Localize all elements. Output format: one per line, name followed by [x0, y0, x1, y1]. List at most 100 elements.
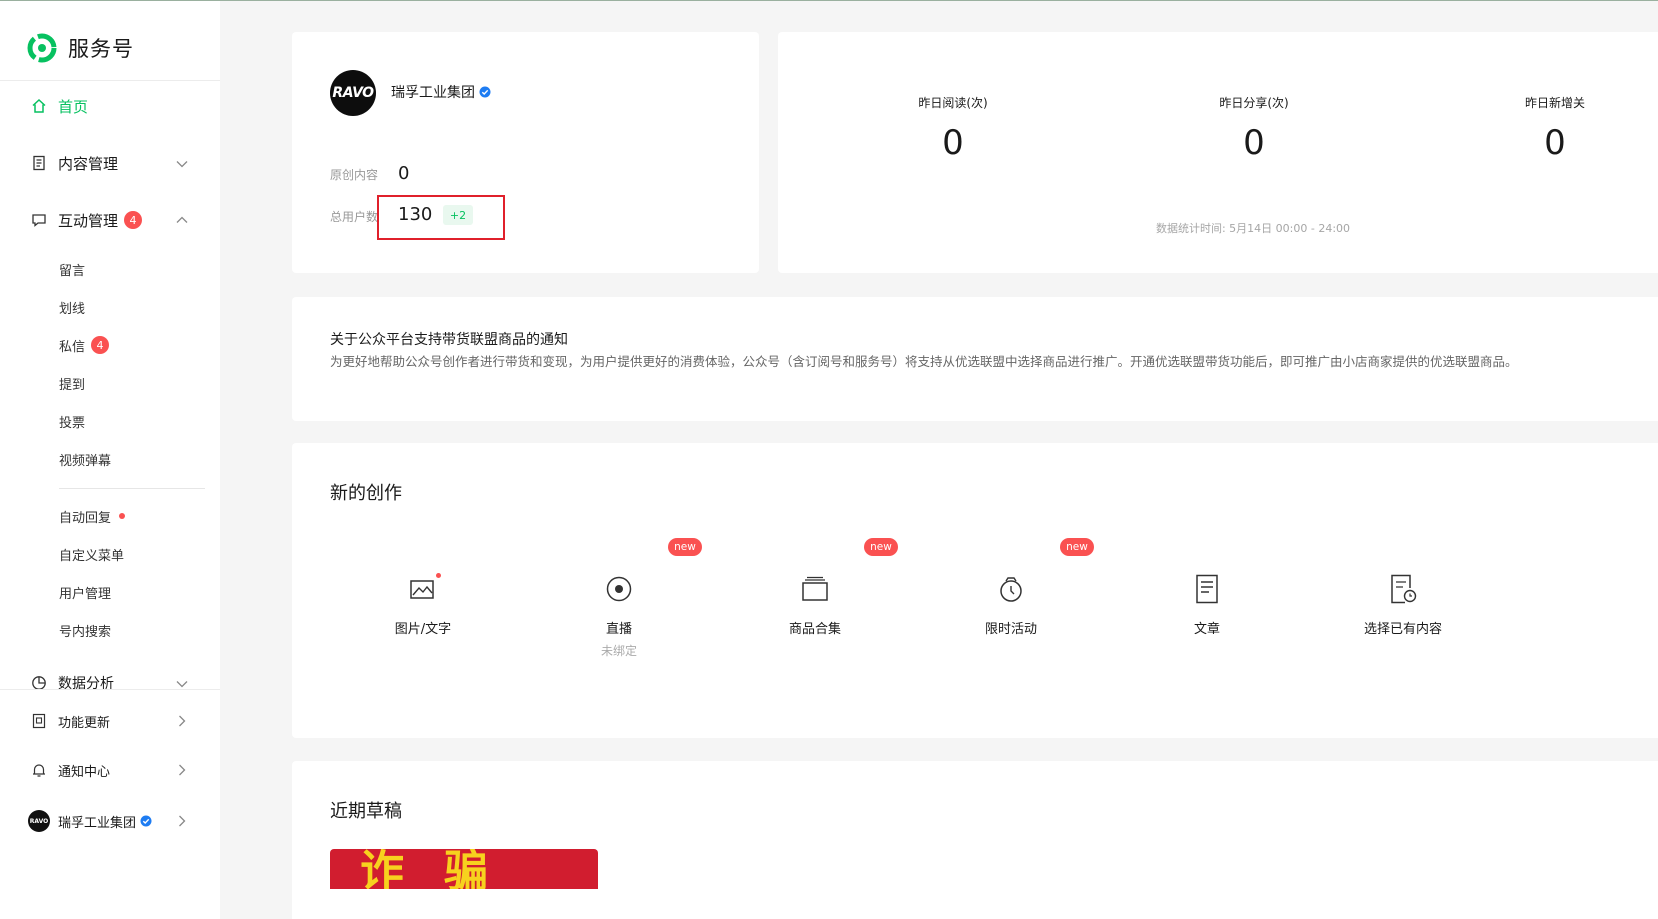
product-collection-icon [799, 573, 831, 605]
create-item-label: 文章 [1193, 622, 1220, 637]
live-icon [603, 573, 635, 605]
interaction-badge: 4 [124, 211, 143, 229]
nav-content-management[interactable]: 内容管理 [30, 151, 118, 175]
nav-feature-updates[interactable]: 功能更新 [30, 709, 110, 733]
new-creation-card: 新的创作 new new new 图片/文字 直播 未绑定 商品合集 限时活动 … [292, 443, 1658, 738]
sidebar-item-user-management[interactable]: 用户管理 [59, 582, 111, 602]
sidebar-item-underline[interactable]: 划线 [59, 297, 85, 317]
verified-icon [479, 86, 491, 98]
sidebar-item-label: 视频弹幕 [59, 453, 112, 469]
create-item-label: 商品合集 [788, 622, 841, 637]
chevron-right-icon[interactable] [174, 762, 190, 778]
divider [0, 689, 220, 690]
stat-reads[interactable]: 昨日阅读(次) 0 [873, 94, 1033, 163]
original-content-label: 原创内容 [330, 168, 379, 182]
sidebar-item-label: 投票 [59, 415, 86, 431]
nav-feature-updates-label: 功能更新 [58, 715, 111, 731]
create-item-label: 图片/文字 [394, 622, 452, 637]
account-avatar[interactable]: RAVO [330, 70, 376, 116]
app-title: 服务号 [68, 37, 134, 61]
sidebar-item-label: 自定义菜单 [59, 548, 125, 564]
new-badge: new [864, 538, 898, 556]
sidebar-item-auto-reply[interactable]: 自动回复 [59, 506, 126, 526]
total-users-label: 总用户数 [330, 210, 379, 224]
nav-notification-center-label: 通知中心 [58, 764, 111, 780]
bell-icon [30, 761, 48, 779]
sidebar-item-label: 划线 [59, 301, 86, 317]
stat-label: 昨日分享(次) [1219, 96, 1289, 110]
notification-dot [436, 573, 441, 578]
update-icon [30, 712, 48, 730]
account-name: 瑞孚工业集团 [58, 815, 137, 831]
create-item-label: 选择已有内容 [1363, 622, 1442, 637]
messages-badge: 4 [91, 336, 110, 354]
home-icon [30, 97, 48, 115]
avatar: RAVO [28, 810, 50, 832]
create-existing-content[interactable]: 选择已有内容 [1343, 573, 1463, 637]
draft-thumbnail[interactable]: 诈骗 [330, 849, 598, 889]
notice-title[interactable]: 关于公众平台支持带货联盟商品的通知 [330, 329, 568, 349]
nav-notification-center[interactable]: 通知中心 [30, 758, 110, 782]
stat-label: 昨日新增关 [1524, 96, 1585, 110]
sidebar-item-messages[interactable]: 私信 4 [59, 335, 110, 355]
sidebar-item-label: 号内搜索 [59, 624, 112, 640]
sidebar-item-label: 用户管理 [59, 586, 112, 602]
create-item-label: 限时活动 [984, 622, 1037, 637]
existing-content-icon [1387, 573, 1419, 605]
nav-content-management-label: 内容管理 [58, 154, 119, 173]
sidebar-item-search[interactable]: 号内搜索 [59, 620, 111, 640]
stat-shares[interactable]: 昨日分享(次) 0 [1174, 94, 1334, 163]
nav-interaction-management-label: 互动管理 [58, 211, 119, 230]
create-item-sublabel: 未绑定 [600, 644, 637, 658]
document-icon [30, 154, 48, 172]
account-overview-card: RAVO 瑞孚工业集团 原创内容 0 总用户数 130 +2 [292, 32, 759, 273]
nav-home[interactable]: 首页 [30, 94, 88, 118]
create-image-text[interactable]: 图片/文字 [363, 573, 483, 637]
yesterday-stats-card: 昨日阅读(次) 0 昨日分享(次) 0 昨日新增关 0 数据统计时间: 5月14… [778, 32, 1658, 273]
sidebar-item-comments[interactable]: 留言 [59, 259, 85, 279]
verified-icon [140, 815, 152, 827]
sidebar-item-label: 提到 [59, 377, 86, 393]
sidebar-item-label: 自动回复 [59, 510, 112, 526]
service-account-logo-icon [27, 33, 57, 63]
sidebar-item-danmaku[interactable]: 视频弹幕 [59, 449, 111, 469]
stat-value: 0 [1243, 123, 1265, 163]
new-badge: new [668, 538, 702, 556]
nav-home-label: 首页 [58, 97, 89, 116]
original-content-value[interactable]: 0 [398, 163, 409, 184]
create-live[interactable]: 直播 未绑定 [559, 573, 679, 659]
stat-new-followers[interactable]: 昨日新增关 0 [1475, 94, 1635, 163]
create-article[interactable]: 文章 [1147, 573, 1267, 637]
nav-account[interactable]: RAVO 瑞孚工业集团 [28, 809, 152, 833]
create-limited-activity[interactable]: 限时活动 [951, 573, 1071, 637]
create-product-collection[interactable]: 商品合集 [755, 573, 875, 637]
sidebar-item-label: 私信 [59, 339, 86, 355]
notification-dot [119, 513, 126, 519]
new-badge: new [1060, 538, 1094, 556]
section-title: 新的创作 [330, 483, 402, 504]
recent-drafts-card: 近期草稿 诈骗 [292, 761, 1658, 919]
chevron-down-icon[interactable] [174, 156, 190, 172]
sidebar-item-votes[interactable]: 投票 [59, 411, 85, 431]
logo[interactable]: 服务号 [26, 31, 134, 65]
section-title: 近期草稿 [330, 801, 402, 822]
chevron-up-icon[interactable] [174, 212, 190, 228]
sidebar-item-custom-menu[interactable]: 自定义菜单 [59, 544, 124, 564]
top-border [0, 0, 1658, 1]
stat-value: 0 [942, 123, 964, 163]
notice-card[interactable]: 关于公众平台支持带货联盟商品的通知 为更好地帮助公众号创作者进行带货和变现，为用… [292, 297, 1658, 421]
limited-activity-icon [995, 573, 1027, 605]
nav-interaction-management[interactable]: 互动管理 4 [30, 208, 143, 232]
nav-data-analysis-label: 数据分析 [58, 676, 114, 692]
image-text-icon [407, 573, 441, 605]
nav-data-analysis[interactable]: 数据分析 [30, 671, 114, 695]
highlight-annotation-box [377, 195, 505, 240]
create-item-label: 直播 [605, 622, 632, 637]
chevron-right-icon[interactable] [174, 813, 190, 829]
account-title: 瑞孚工业集团 [391, 82, 491, 102]
chevron-right-icon[interactable] [174, 713, 190, 729]
divider [59, 488, 205, 489]
sidebar-item-mentions[interactable]: 提到 [59, 373, 85, 393]
notice-body: 为更好地帮助公众号创作者进行带货和变现，为用户提供更好的消费体验，公众号（含订阅… [330, 354, 1518, 369]
stats-time-note: 数据统计时间: 5月14日 00:00 - 24:00 [1155, 222, 1351, 235]
